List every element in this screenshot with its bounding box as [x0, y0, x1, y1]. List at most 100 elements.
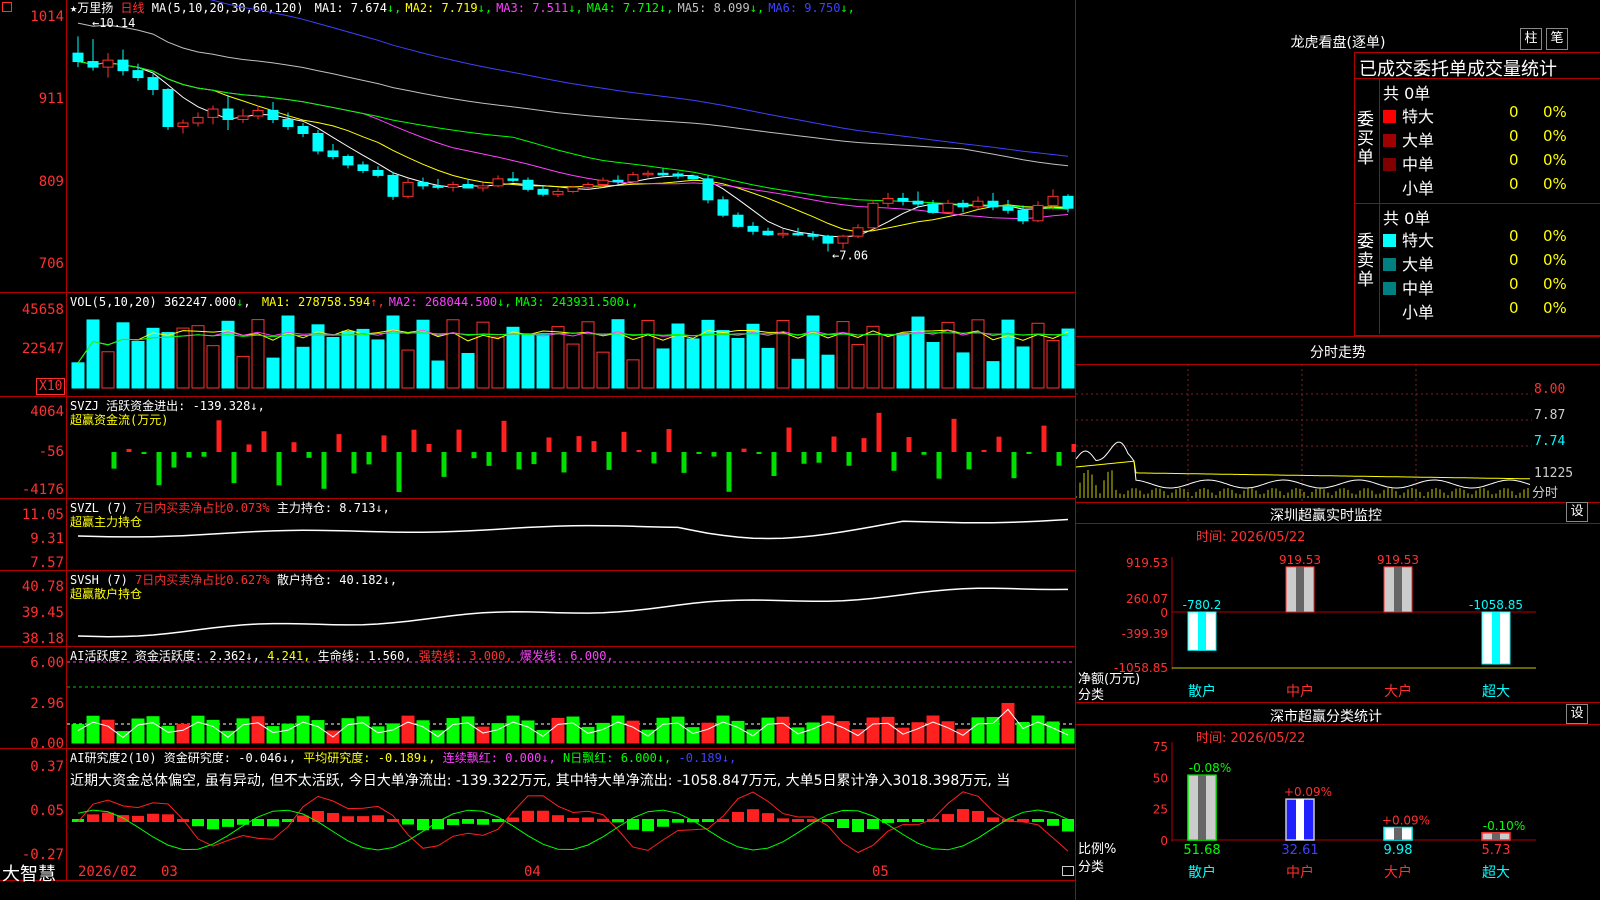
classify-value-label: 51.68 [1183, 843, 1220, 858]
volume-bar [1031, 322, 1045, 389]
candle-body [402, 181, 414, 197]
flow-bar [201, 452, 207, 457]
flow-bar [381, 435, 387, 452]
volume-bar [296, 346, 310, 389]
flow-bar [996, 436, 1002, 452]
volume-bar [86, 319, 100, 389]
classify-bar [1383, 826, 1413, 841]
classify-y-label: 0 [1160, 834, 1168, 848]
candle-body [777, 232, 789, 236]
lhb-sell-title: 委卖单 [1357, 232, 1374, 290]
intraday-chart[interactable] [1076, 364, 1600, 504]
research-bar [912, 819, 924, 822]
x-label-2: 03 [161, 864, 178, 880]
volume-bar [1001, 319, 1015, 389]
candle-body [522, 179, 534, 190]
candle-body [807, 234, 819, 237]
volume-bar [71, 362, 85, 389]
candle-body [297, 125, 309, 134]
lhb-row-name: 小单 [1402, 303, 1435, 322]
candle-body [852, 227, 864, 237]
intraday-panel[interactable]: 分时走势 8.00 7.87 7.74 11225 分时 [1076, 336, 1600, 504]
candle-body [72, 52, 84, 63]
volume-bar [911, 316, 925, 389]
activity-bar [341, 718, 355, 744]
candle-body [462, 183, 474, 189]
flow-bar [591, 441, 597, 452]
flow-bar [651, 452, 657, 464]
volume-bar [881, 334, 895, 389]
app-logo: 大智慧 [2, 864, 56, 885]
flow-bar [876, 412, 882, 452]
intraday-avg-line [1076, 460, 1530, 480]
lhb-sell-row: 大单 0 0% [1383, 251, 1597, 275]
lhb-row-name: 大单 [1402, 131, 1435, 150]
classify-bar [1187, 774, 1217, 841]
lhb-buy-title: 委买单 [1357, 110, 1374, 168]
lhb-pen-button[interactable]: 笔 [1546, 28, 1568, 50]
volume-bar [311, 324, 325, 389]
flow-bar [1056, 452, 1062, 466]
flow-bar [621, 431, 627, 452]
classify-change-label: -0.08% [1189, 761, 1231, 775]
lhb-row-name: 中单 [1402, 279, 1435, 298]
research-bar [972, 810, 984, 822]
volume-bar [686, 338, 700, 389]
flow-bar [531, 452, 537, 465]
activity-bar [251, 716, 265, 744]
activity-bar [941, 721, 955, 744]
classify-y-label: 50 [1153, 771, 1168, 785]
candle-body [537, 188, 549, 195]
classify-value-label: 32.61 [1281, 843, 1318, 858]
lock-icon[interactable] [1062, 866, 1074, 876]
classify-bar-stripe [1492, 832, 1500, 840]
candle-body [492, 178, 504, 187]
research-bar [147, 813, 159, 822]
research-bar [777, 818, 789, 822]
activity-bar [731, 720, 745, 744]
monitor-bar [1481, 611, 1511, 665]
lhb-bar-button[interactable]: 柱 [1520, 28, 1542, 50]
classify-bar [1481, 832, 1511, 841]
volume-bar [461, 352, 475, 389]
research-bar [132, 815, 144, 822]
monitor-bar [1187, 611, 1217, 651]
monitor-bar-stripe [1296, 566, 1304, 612]
activity-bar [761, 717, 775, 744]
flow-bar [246, 444, 252, 452]
activity-bar [686, 727, 700, 744]
volume-bar [596, 351, 610, 389]
classify-change-label: -0.10% [1483, 819, 1525, 833]
research-bar [732, 812, 744, 822]
candle-body [192, 116, 204, 124]
lhb-row-pct: 0% [1543, 299, 1567, 317]
flow-bar [696, 452, 702, 454]
research-bar [657, 819, 669, 827]
monitor-y-label: 919.53 [1126, 556, 1168, 570]
flow-bar [171, 452, 177, 468]
classify-value-label: 5.73 [1482, 843, 1511, 858]
candle-body [927, 203, 939, 213]
candle-body [762, 230, 774, 236]
activity-bar [521, 720, 535, 744]
volume-bar [536, 334, 550, 389]
lhb-buy-row: 中单 0 0% [1383, 151, 1597, 175]
classify-panel: 深市超赢分类统计 设 时间: 2026/05/22 75 50 25 0 -0.08% 5… [1076, 702, 1600, 900]
candle-body [1032, 204, 1044, 222]
research-bar [342, 816, 354, 822]
candle-body [642, 172, 654, 176]
flow-bar [321, 452, 327, 489]
volume-bar [791, 358, 805, 389]
research-bar [612, 819, 624, 823]
main-chart-area[interactable]: 1014 911 809 706 45658 22547 X10 4064 -5… [0, 0, 1076, 900]
activity-bar [626, 720, 640, 744]
research-bar [1047, 819, 1059, 826]
price-chart-svg[interactable]: ←10.14 ←7.06 [0, 0, 1076, 880]
lhb-row-count: 0 [1509, 275, 1519, 293]
high-marker-label: ←10.14 [92, 16, 135, 30]
classify-unit: 比例% [1078, 842, 1117, 857]
research-bar [1032, 819, 1044, 822]
volume-bar [566, 343, 580, 389]
candle-body [942, 202, 954, 213]
candle-body [582, 183, 594, 188]
